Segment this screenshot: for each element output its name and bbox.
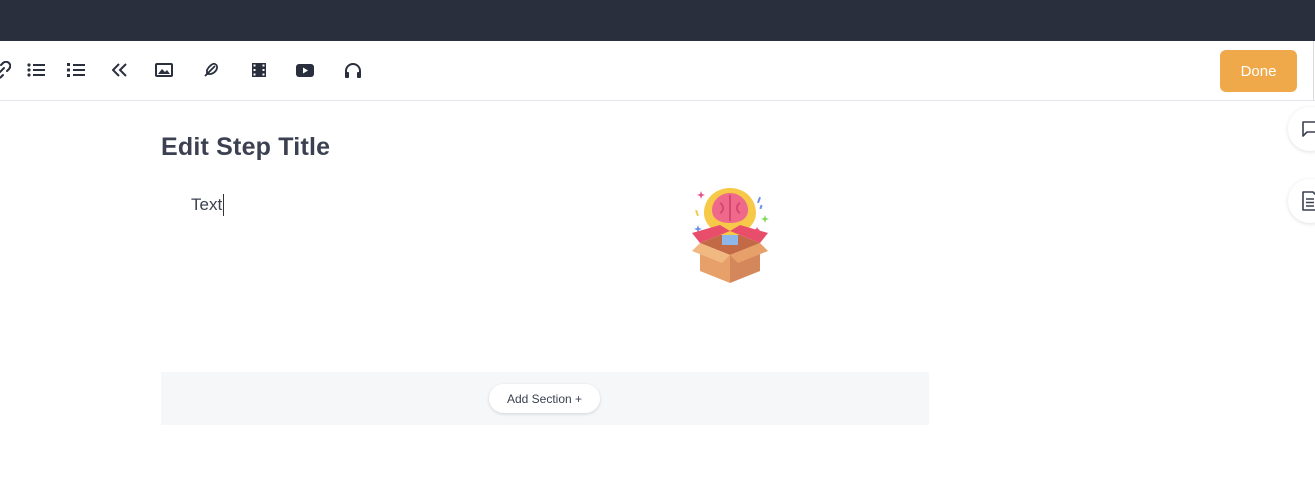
link-icon[interactable]: [0, 58, 14, 82]
document-icon: [1302, 191, 1315, 211]
idea-box-illustration: [692, 188, 769, 283]
feather-icon[interactable]: [199, 58, 223, 82]
numbered-list-icon[interactable]: [64, 58, 88, 82]
youtube-icon[interactable]: [293, 58, 317, 82]
top-navigation-bar: [0, 0, 1315, 41]
done-button[interactable]: Done: [1220, 50, 1297, 92]
film-icon[interactable]: [247, 58, 271, 82]
editor-toolbar: Done: [0, 41, 1315, 101]
right-panel-divider: [1313, 41, 1314, 100]
step-text: Text: [191, 195, 223, 214]
bullet-list-icon[interactable]: [24, 58, 48, 82]
headphones-icon[interactable]: [341, 58, 365, 82]
step-title[interactable]: Edit Step Title: [161, 133, 330, 162]
image-icon[interactable]: [152, 58, 176, 82]
notes-tab[interactable]: [1288, 179, 1315, 223]
text-cursor: [223, 194, 225, 216]
comment-icon: [1302, 121, 1315, 137]
collapse-icon[interactable]: [108, 58, 132, 82]
comments-tab[interactable]: [1288, 107, 1315, 151]
add-section-button[interactable]: Add Section +: [489, 384, 600, 413]
step-text-editor[interactable]: Text: [191, 194, 225, 216]
